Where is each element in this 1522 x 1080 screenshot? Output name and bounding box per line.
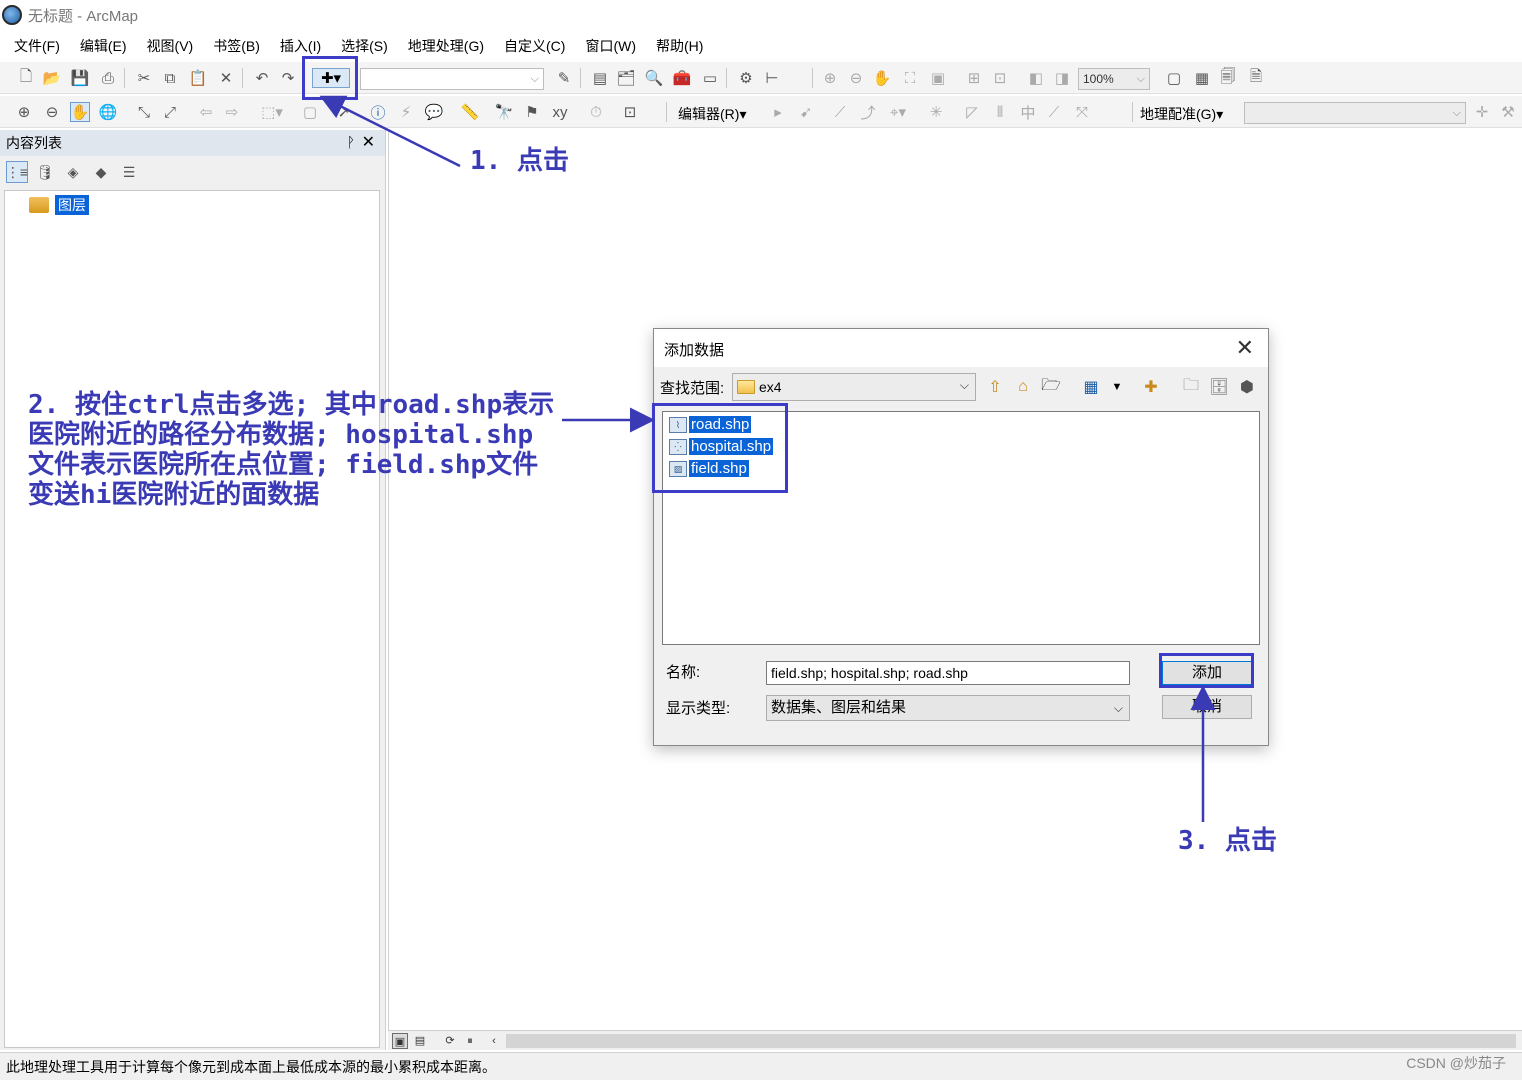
- annotation-step2-line2: 医院附近的路径分布数据; hospital.shp: [28, 420, 534, 450]
- annotation-step2-line3: 文件表示医院所在点位置; field.shp文件: [28, 450, 539, 480]
- arrow-step1: [319, 95, 461, 168]
- annotation-step2-line1: 2. 按住ctrl点击多选; 其中road.shp表示: [28, 390, 555, 420]
- annotation-step3: 3. 点击: [1178, 826, 1277, 856]
- annotation-arrows: [319, 95, 1216, 822]
- annotation-step1: 1. 点击: [470, 146, 569, 176]
- annotation-step2-line4: 变送hi医院附近的面数据: [28, 480, 320, 510]
